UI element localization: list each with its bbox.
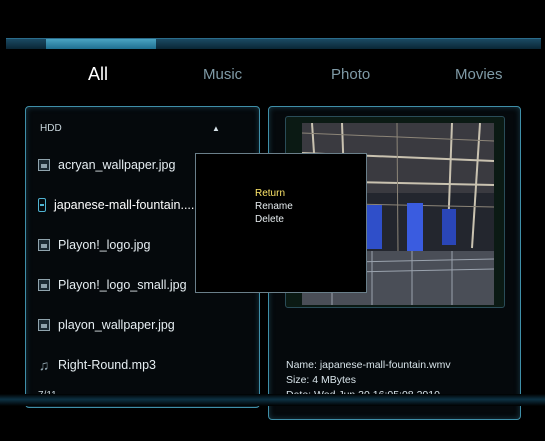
menu-item-delete[interactable]: Delete <box>255 213 293 226</box>
image-file-icon <box>38 319 50 331</box>
image-file-icon <box>38 159 50 171</box>
title-remnant <box>14 0 314 10</box>
tab-music[interactable]: Music <box>203 66 242 83</box>
header-bar-highlight <box>46 39 156 49</box>
context-menu-items: Return Rename Delete <box>255 187 293 226</box>
list-item[interactable]: playon_wallpaper.jpg <box>38 305 253 345</box>
image-file-icon <box>38 279 50 291</box>
context-menu: Return Rename Delete <box>195 153 367 293</box>
file-name: playon_wallpaper.jpg <box>58 318 175 332</box>
scroll-up-icon[interactable]: ▲ <box>212 124 220 133</box>
file-size-detail: Size: 4 MBytes <box>286 374 357 386</box>
image-file-icon <box>38 239 50 251</box>
tab-photo[interactable]: Photo <box>331 66 370 83</box>
menu-item-rename[interactable]: Rename <box>255 200 293 213</box>
header-bar <box>6 38 541 49</box>
tab-movies[interactable]: Movies <box>455 66 503 83</box>
category-tabs: All Music Photo Movies <box>0 58 545 98</box>
top-strip <box>0 0 545 26</box>
file-name: Playon!_logo_small.jpg <box>58 278 187 292</box>
music-file-icon: ♫ <box>38 357 50 373</box>
file-name: acryan_wallpaper.jpg <box>58 158 176 172</box>
bottom-glow-bar <box>0 394 545 406</box>
menu-item-return[interactable]: Return <box>255 187 293 200</box>
file-name-detail: Name: japanese-mall-fountain.wmv <box>286 359 451 371</box>
video-file-icon <box>38 198 46 212</box>
file-name: Right-Round.mp3 <box>58 358 156 372</box>
file-name: japanese-mall-fountain.... <box>54 198 195 212</box>
breadcrumb: HDD <box>40 123 62 134</box>
list-item[interactable]: ♫ Right-Round.mp3 <box>38 345 253 385</box>
tab-all[interactable]: All <box>88 64 108 85</box>
file-name: Playon!_logo.jpg <box>58 238 151 252</box>
